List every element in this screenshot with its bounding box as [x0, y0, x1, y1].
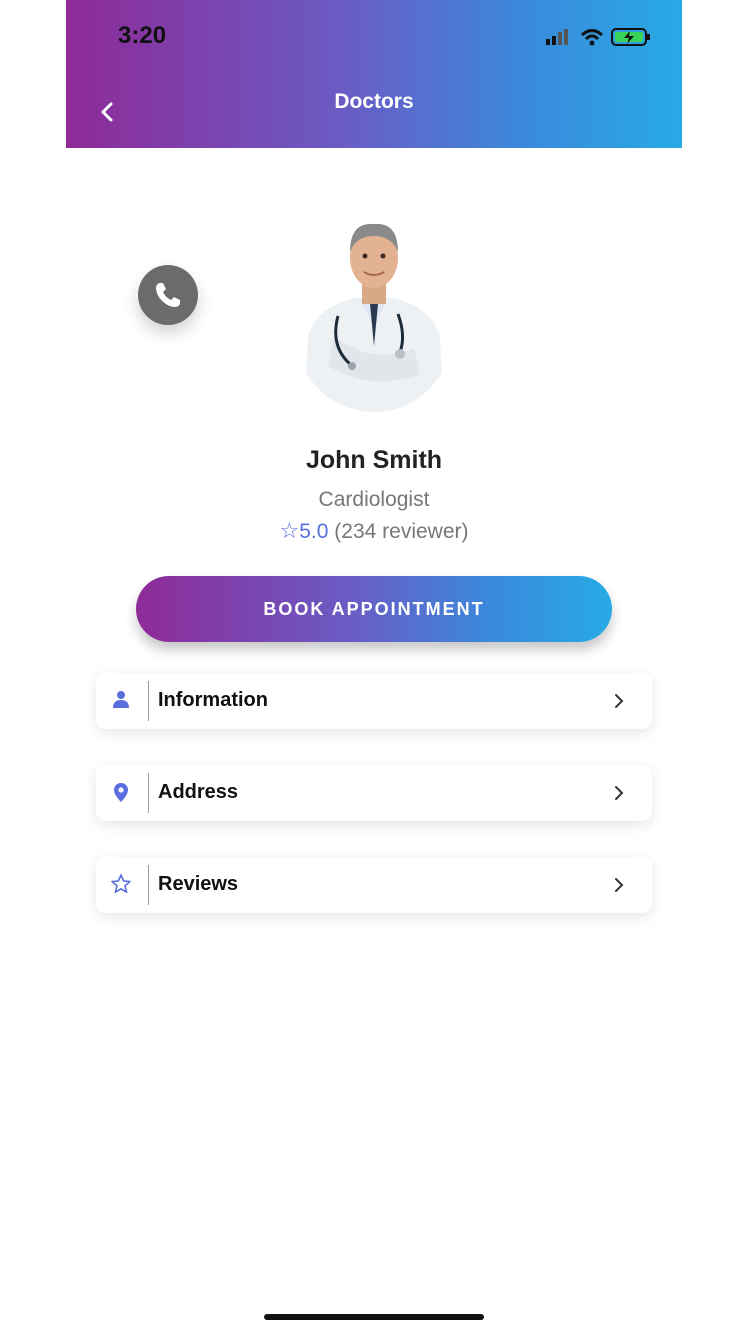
chevron-right-icon [615, 694, 624, 708]
page-title: Doctors [334, 90, 414, 113]
signal-wifi-battery-icons [546, 28, 650, 46]
phone-icon [156, 283, 180, 307]
divider [148, 865, 149, 905]
doctor-avatar [294, 216, 454, 416]
divider [148, 681, 149, 721]
menu-item-label: Reviews [158, 873, 239, 895]
home-indicator[interactable] [264, 1314, 484, 1320]
doctor-name: John Smith [305, 446, 443, 474]
doctor-specialty: Cardiologist [318, 488, 430, 511]
call-button[interactable] [138, 265, 198, 325]
review-count: (234 reviewer) [334, 520, 469, 543]
menu-item-reviews[interactable]: Reviews [96, 857, 652, 913]
menu-item-information[interactable]: Information [96, 673, 652, 729]
doctor-profile-screen: 3:20 Doctors John Smith Cardiologist ☆5.… [66, 0, 682, 1334]
doctor-rating: ☆5.0 (234 reviewer) [66, 518, 682, 544]
star-outline-icon: ☆ [279, 518, 300, 543]
menu-item-label: Information [158, 689, 268, 711]
doctor-photo [304, 223, 444, 412]
status-time: 3:20 [118, 22, 167, 49]
chevron-right-icon [615, 786, 624, 800]
person-icon [113, 691, 129, 708]
location-pin-icon [114, 783, 128, 802]
book-appointment-button[interactable]: BOOK APPOINTMENT [136, 576, 612, 642]
star-outline-icon [111, 874, 131, 893]
chevron-right-icon [615, 878, 624, 892]
status-icons [546, 26, 656, 48]
menu-item-address[interactable]: Address [96, 765, 652, 821]
divider [148, 773, 149, 813]
menu-item-label: Address [158, 781, 239, 803]
top-bar: 3:20 Doctors [66, 0, 682, 148]
rating-score: 5.0 [299, 520, 329, 543]
